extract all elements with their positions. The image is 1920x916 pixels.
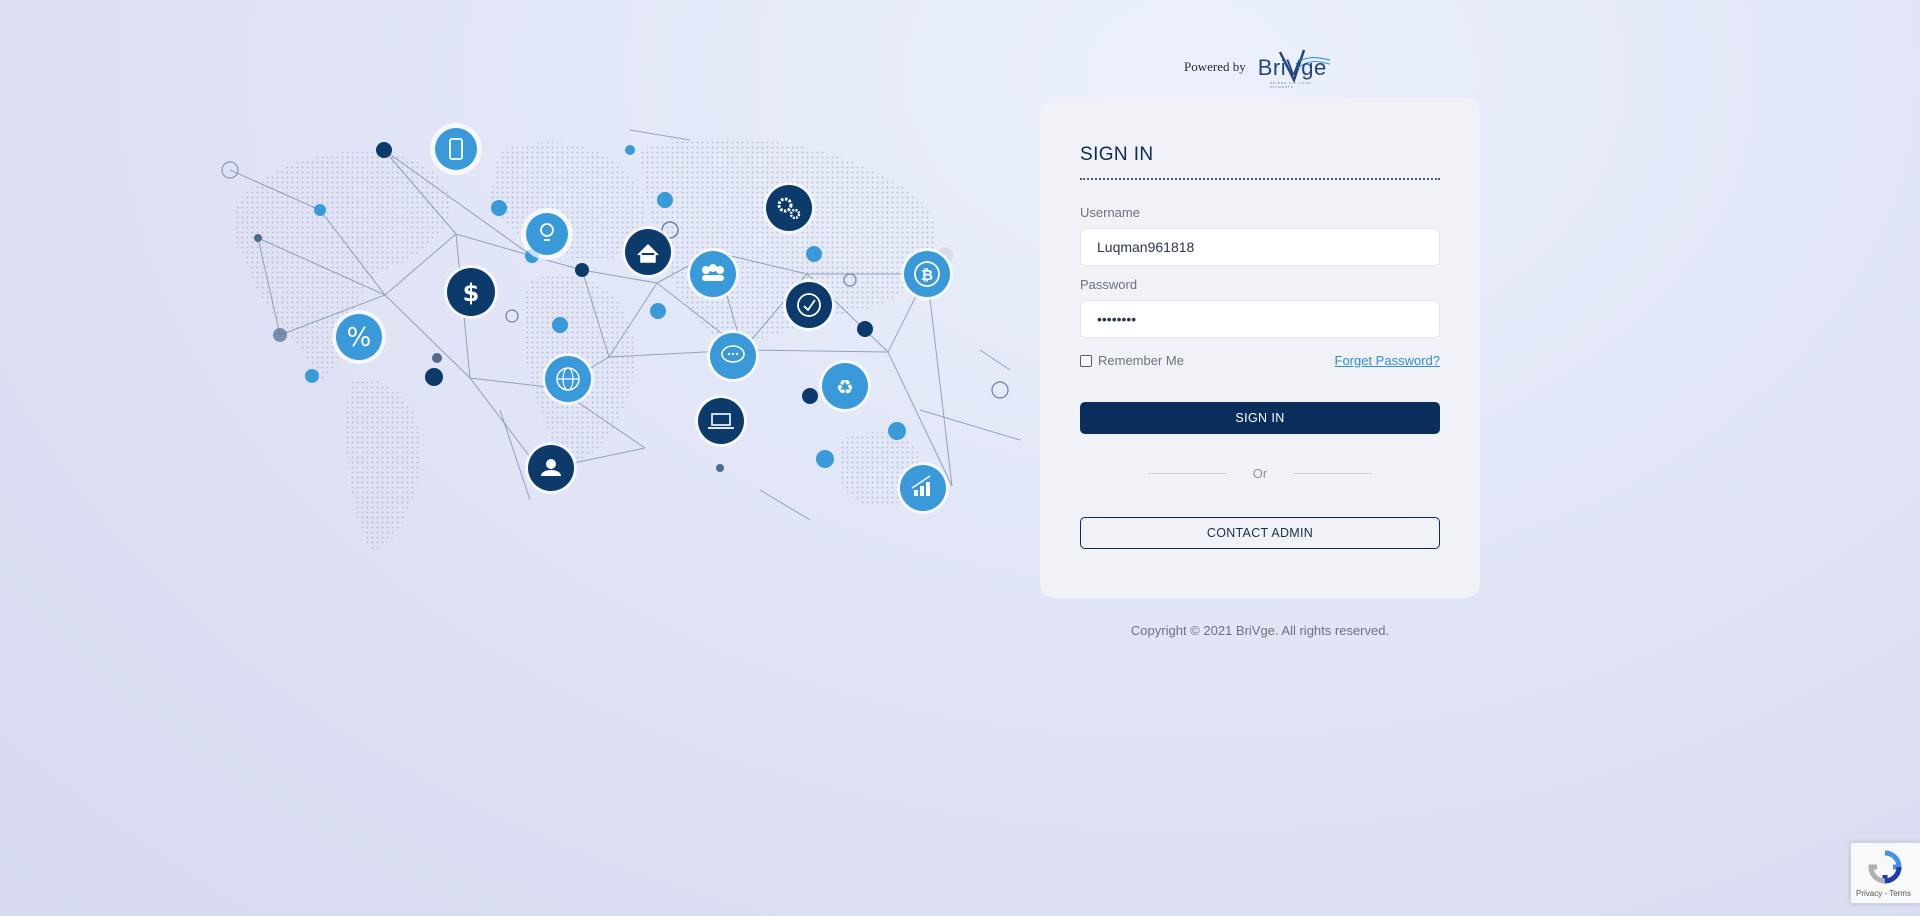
recaptcha-icon bbox=[1868, 850, 1902, 884]
clock-icon bbox=[783, 279, 835, 331]
recaptcha-links[interactable]: Privacy - Terms bbox=[1856, 889, 1911, 898]
bitcoin-icon: ₿ bbox=[901, 248, 953, 300]
percent-icon: % bbox=[332, 310, 386, 364]
contact-admin-button[interactable]: CONTACT ADMIN bbox=[1080, 517, 1440, 549]
home-icon bbox=[622, 226, 674, 278]
copyright: Copyright © 2021 BriVge. All rights rese… bbox=[1130, 623, 1390, 638]
recaptcha-badge[interactable]: Privacy - Terms bbox=[1850, 842, 1920, 904]
or-divider: Or bbox=[1148, 466, 1373, 481]
remember-me[interactable]: Remember Me bbox=[1080, 353, 1184, 368]
globe-icon bbox=[542, 353, 594, 405]
brivge-logo: BriVge BRIDGE ALL YOUR PAYMENTS bbox=[1256, 46, 1332, 89]
chat-icon bbox=[707, 330, 759, 382]
powered-by: Powered by BriVge BRIDGE ALL YOUR PAYMEN… bbox=[1184, 46, 1332, 89]
laptop-icon bbox=[695, 395, 747, 447]
user-icon bbox=[525, 442, 577, 494]
forget-password-link[interactable]: Forget Password? bbox=[1335, 353, 1441, 368]
login-title: SIGN IN bbox=[1080, 144, 1154, 165]
chart-icon bbox=[897, 462, 949, 514]
phone-icon bbox=[430, 123, 482, 175]
sign-in-button[interactable]: SIGN IN bbox=[1080, 402, 1440, 434]
people-icon bbox=[687, 248, 739, 300]
powered-by-text: Powered by bbox=[1184, 59, 1246, 74]
username-label: Username bbox=[1080, 205, 1140, 220]
title-divider bbox=[1080, 178, 1440, 180]
or-line-right bbox=[1293, 473, 1373, 474]
password-label: Password bbox=[1080, 277, 1138, 292]
brand-name: BriVge bbox=[1257, 55, 1327, 80]
svg-text:%: % bbox=[347, 323, 372, 353]
or-line-left bbox=[1148, 473, 1227, 474]
remember-checkbox[interactable] bbox=[1080, 354, 1092, 367]
dollar-icon: $ bbox=[444, 265, 498, 319]
username-input[interactable] bbox=[1080, 228, 1440, 266]
remember-label: Remember Me bbox=[1098, 353, 1184, 368]
bulb-icon bbox=[521, 208, 573, 260]
svg-text:₿: ₿ bbox=[921, 266, 933, 284]
brand-tagline: BRIDGE ALL YOUR PAYMENTS bbox=[1269, 81, 1312, 89]
recycle-icon: ♻ bbox=[819, 360, 871, 412]
password-input[interactable] bbox=[1080, 300, 1440, 338]
svg-text:$: $ bbox=[463, 279, 480, 307]
login-card: SIGN IN Username Password Remember Me Fo… bbox=[1040, 98, 1480, 598]
or-text: Or bbox=[1252, 466, 1268, 481]
svg-text:♻: ♻ bbox=[836, 375, 854, 399]
network-illustration: ₿ % $ ♻ bbox=[221, 123, 1021, 550]
gear-icon bbox=[763, 182, 815, 234]
